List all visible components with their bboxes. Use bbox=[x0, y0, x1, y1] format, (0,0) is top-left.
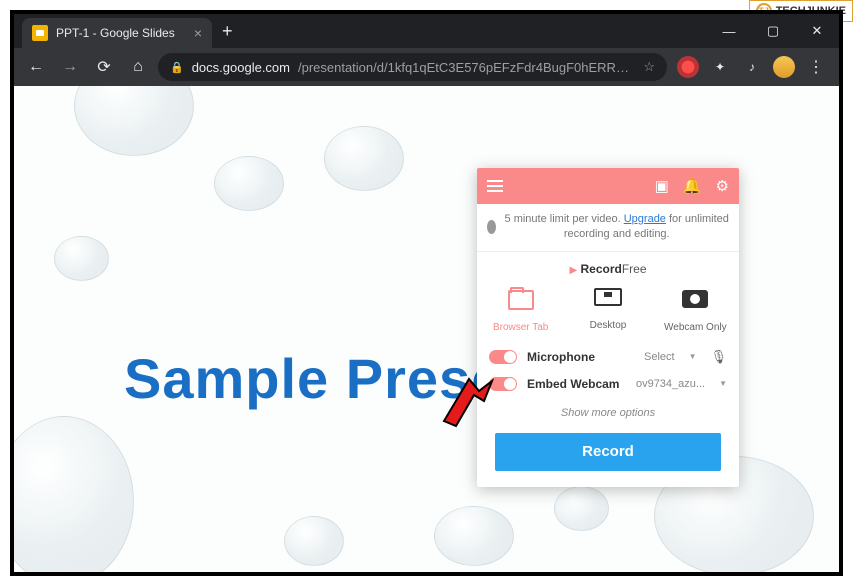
videos-library-icon[interactable]: ▣ bbox=[655, 177, 669, 195]
water-drop-decoration bbox=[214, 156, 284, 211]
address-bar[interactable]: 🔒 docs.google.com /presentation/d/1kfq1q… bbox=[158, 53, 667, 81]
record-modes: Browser Tab Desktop Webcam Only bbox=[477, 282, 739, 343]
chrome-menu-button[interactable] bbox=[805, 56, 827, 78]
info-text-prefix: 5 minute limit per video. bbox=[505, 213, 624, 225]
dropdown-caret-icon[interactable]: ▼ bbox=[689, 352, 697, 361]
water-drop-decoration bbox=[14, 416, 134, 572]
mode-browser-tab[interactable]: Browser Tab bbox=[481, 288, 561, 333]
tab-bar: PPT-1 - Google Slides × + — ▢ ✕ bbox=[14, 14, 839, 48]
microphone-toggle[interactable] bbox=[489, 350, 517, 364]
show-more-options-link[interactable]: Show more options bbox=[477, 397, 739, 429]
popup-header: ▣ 🔔 ⚙ bbox=[477, 168, 739, 204]
nav-forward-button[interactable]: → bbox=[56, 58, 84, 76]
url-host: docs.google.com bbox=[192, 60, 290, 75]
tab-active[interactable]: PPT-1 - Google Slides × bbox=[22, 18, 212, 48]
water-drop-decoration bbox=[284, 516, 344, 566]
desktop-icon bbox=[594, 288, 622, 306]
music-extension-icon[interactable] bbox=[741, 56, 763, 78]
screencastify-popup: ▣ 🔔 ⚙ 5 minute limit per video. Upgrade … bbox=[477, 168, 739, 487]
microphone-row: Microphone Select ▼ 🎙 bbox=[477, 343, 739, 371]
nav-back-button[interactable]: ← bbox=[22, 58, 50, 76]
mode-webcam-label: Webcam Only bbox=[664, 322, 727, 333]
popup-info-banner: 5 minute limit per video. Upgrade for un… bbox=[477, 204, 739, 252]
popup-brand: ▶ RecordFree bbox=[477, 252, 739, 282]
profile-avatar-icon[interactable] bbox=[773, 56, 795, 78]
notifications-bell-icon[interactable]: 🔔 bbox=[683, 177, 702, 195]
slides-favicon-icon bbox=[32, 25, 48, 41]
outer-frame: PPT-1 - Google Slides × + — ▢ ✕ ← → ⟳ ⌂ … bbox=[10, 10, 843, 576]
popup-menu-button[interactable] bbox=[487, 180, 503, 192]
microphone-select[interactable]: Select bbox=[644, 351, 675, 363]
water-drop-decoration bbox=[74, 86, 194, 156]
water-drop-decoration bbox=[54, 236, 109, 281]
webcam-icon bbox=[682, 290, 708, 308]
record-button[interactable]: Record bbox=[495, 433, 721, 471]
tab-close-icon[interactable]: × bbox=[194, 25, 202, 41]
microphone-label: Microphone bbox=[527, 350, 634, 364]
chrome-window: PPT-1 - Google Slides × + — ▢ ✕ ← → ⟳ ⌂ … bbox=[14, 14, 839, 572]
mode-desktop-label: Desktop bbox=[590, 320, 627, 331]
embed-webcam-label: Embed Webcam bbox=[527, 377, 626, 391]
page-content: Sample Prese ▣ 🔔 ⚙ 5 minute limit per vi… bbox=[14, 86, 839, 572]
red-arrow-annotation bbox=[434, 371, 494, 431]
settings-gear-icon[interactable]: ⚙ bbox=[716, 177, 729, 195]
url-path: /presentation/d/1kfq1qEtC3E576pEFzFdr4Bu… bbox=[298, 60, 635, 75]
browser-tab-icon bbox=[508, 290, 534, 310]
clock-icon bbox=[487, 220, 496, 234]
window-close-button[interactable]: ✕ bbox=[795, 23, 839, 39]
water-drop-decoration bbox=[434, 506, 514, 566]
new-tab-button[interactable]: + bbox=[212, 21, 243, 42]
mode-browser-label: Browser Tab bbox=[493, 322, 548, 333]
water-drop-decoration bbox=[324, 126, 404, 191]
brand-dot-icon: ▶ bbox=[569, 265, 577, 276]
brand-light: Free bbox=[622, 262, 647, 276]
dropdown-caret-icon[interactable]: ▼ bbox=[719, 379, 727, 388]
extensions-puzzle-icon[interactable] bbox=[709, 56, 731, 78]
extensions-tray bbox=[673, 56, 831, 78]
upgrade-link[interactable]: Upgrade bbox=[624, 213, 666, 225]
browser-toolbar: ← → ⟳ ⌂ 🔒 docs.google.com /presentation/… bbox=[14, 48, 839, 86]
window-controls: — ▢ ✕ bbox=[707, 14, 839, 48]
nav-reload-button[interactable]: ⟳ bbox=[90, 57, 118, 77]
window-maximize-button[interactable]: ▢ bbox=[751, 23, 795, 39]
nav-home-button[interactable]: ⌂ bbox=[124, 58, 152, 76]
water-drop-decoration bbox=[554, 486, 609, 531]
embed-webcam-row: Embed Webcam ov9734_azu... ▼ bbox=[477, 371, 739, 397]
mode-desktop[interactable]: Desktop bbox=[568, 288, 648, 333]
brand-bold: Record bbox=[581, 262, 622, 276]
window-minimize-button[interactable]: — bbox=[707, 24, 751, 39]
webcam-select[interactable]: ov9734_azu... bbox=[636, 378, 705, 390]
tab-title: PPT-1 - Google Slides bbox=[56, 26, 175, 40]
bookmark-star-icon[interactable]: ☆ bbox=[643, 59, 655, 75]
lock-icon: 🔒 bbox=[170, 61, 184, 74]
mode-webcam-only[interactable]: Webcam Only bbox=[655, 288, 735, 333]
screencastify-extension-icon[interactable] bbox=[677, 56, 699, 78]
microphone-level-icon: 🎙 bbox=[710, 349, 727, 365]
